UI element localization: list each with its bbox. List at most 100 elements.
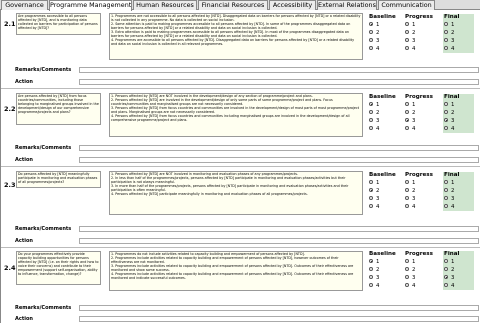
action-field[interactable] <box>79 238 479 244</box>
radio[interactable] <box>405 275 409 279</box>
tab-communication[interactable]: Communication <box>378 0 435 10</box>
radio[interactable] <box>444 126 448 130</box>
radio[interactable] <box>405 110 409 114</box>
tab-governance[interactable]: Governance <box>1 0 48 10</box>
radio[interactable] <box>369 46 373 50</box>
progress-option-3[interactable]: 3 <box>405 195 441 203</box>
radio[interactable] <box>369 180 373 184</box>
radio[interactable] <box>444 46 448 50</box>
radio[interactable] <box>405 188 409 192</box>
progress-option-1[interactable]: 1 <box>405 21 441 29</box>
final-option-1[interactable]: 1 <box>444 101 474 109</box>
radio-selected[interactable] <box>369 102 373 106</box>
baseline-option-4[interactable]: 4 <box>369 45 405 53</box>
radio[interactable] <box>369 204 373 208</box>
remarks-field[interactable] <box>79 305 479 311</box>
final-option-4[interactable]: 4 <box>444 282 474 290</box>
progress-option-3[interactable]: 3 <box>405 117 441 125</box>
action-field[interactable] <box>79 157 479 163</box>
final-option-1[interactable]: 1 <box>444 179 474 187</box>
progress-option-3[interactable]: 3 <box>405 37 441 45</box>
radio-selected[interactable] <box>444 118 448 122</box>
tab-accessibility[interactable]: Accessibility <box>269 0 316 10</box>
progress-option-3[interactable]: 3 <box>405 274 441 282</box>
remarks-field[interactable] <box>79 67 479 73</box>
progress-option-1[interactable]: 1 <box>405 101 441 109</box>
radio[interactable] <box>444 22 448 26</box>
progress-option-4[interactable]: 4 <box>405 45 441 53</box>
baseline-option-3[interactable]: 3 <box>369 274 405 282</box>
radio[interactable] <box>444 30 448 34</box>
baseline-option-1[interactable]: 1 <box>369 21 405 29</box>
baseline-option-2[interactable]: 2 <box>369 187 405 195</box>
radio[interactable] <box>405 196 409 200</box>
progress-option-2[interactable]: 2 <box>405 187 441 195</box>
radio[interactable] <box>405 204 409 208</box>
final-option-4[interactable]: 4 <box>444 45 474 53</box>
tab-financial-resources[interactable]: Financial Resources <box>198 0 268 10</box>
progress-option-1[interactable]: 1 <box>405 179 441 187</box>
final-option-3[interactable]: 3 <box>444 274 474 282</box>
radio[interactable] <box>369 30 373 34</box>
tab-external-relations[interactable]: External Relations <box>317 0 377 10</box>
radio[interactable] <box>444 102 448 106</box>
radio[interactable] <box>444 204 448 208</box>
baseline-option-1[interactable]: 1 <box>369 179 405 187</box>
progress-option-4[interactable]: 4 <box>405 203 441 211</box>
progress-option-2[interactable]: 2 <box>405 266 441 274</box>
radio[interactable] <box>405 46 409 50</box>
radio[interactable] <box>444 188 448 192</box>
tab-human-resources[interactable]: Human Resources <box>133 0 197 10</box>
remarks-field[interactable] <box>79 145 479 151</box>
radio[interactable] <box>444 180 448 184</box>
radio-selected[interactable] <box>444 275 448 279</box>
baseline-option-3[interactable]: 3 <box>369 117 405 125</box>
final-option-4[interactable]: 4 <box>444 203 474 211</box>
radio[interactable] <box>444 267 448 271</box>
radio-selected[interactable] <box>405 118 409 122</box>
radio[interactable] <box>405 267 409 271</box>
baseline-option-4[interactable]: 4 <box>369 125 405 133</box>
baseline-option-4[interactable]: 4 <box>369 282 405 290</box>
radio[interactable] <box>444 110 448 114</box>
radio[interactable] <box>369 196 373 200</box>
radio[interactable] <box>405 30 409 34</box>
final-option-2[interactable]: 2 <box>444 109 474 117</box>
action-field[interactable] <box>79 79 479 85</box>
radio[interactable] <box>405 126 409 130</box>
radio[interactable] <box>369 110 373 114</box>
radio[interactable] <box>405 259 409 263</box>
radio[interactable] <box>405 38 409 42</box>
radio[interactable] <box>369 267 373 271</box>
radio[interactable] <box>444 196 448 200</box>
final-option-4[interactable]: 4 <box>444 125 474 133</box>
radio[interactable] <box>444 38 448 42</box>
baseline-option-3[interactable]: 3 <box>369 37 405 45</box>
radio-selected[interactable] <box>369 188 373 192</box>
radio[interactable] <box>369 283 373 287</box>
radio[interactable] <box>405 22 409 26</box>
progress-option-2[interactable]: 2 <box>405 109 441 117</box>
progress-option-2[interactable]: 2 <box>405 29 441 37</box>
action-field[interactable] <box>79 316 479 322</box>
final-option-2[interactable]: 2 <box>444 266 474 274</box>
progress-option-4[interactable]: 4 <box>405 282 441 290</box>
final-option-2[interactable]: 2 <box>444 187 474 195</box>
radio[interactable] <box>444 259 448 263</box>
final-option-3[interactable]: 3 <box>444 37 474 45</box>
progress-option-1[interactable]: 1 <box>405 258 441 266</box>
radio[interactable] <box>405 102 409 106</box>
progress-option-4[interactable]: 4 <box>405 125 441 133</box>
radio[interactable] <box>405 283 409 287</box>
radio[interactable] <box>405 180 409 184</box>
final-option-3[interactable]: 3 <box>444 117 474 125</box>
radio-selected[interactable] <box>369 259 373 263</box>
final-option-2[interactable]: 2 <box>444 29 474 37</box>
baseline-option-4[interactable]: 4 <box>369 203 405 211</box>
radio[interactable] <box>444 283 448 287</box>
baseline-option-1[interactable]: 1 <box>369 101 405 109</box>
remarks-field[interactable] <box>79 226 479 232</box>
radio[interactable] <box>369 118 373 122</box>
radio-selected[interactable] <box>369 22 373 26</box>
final-option-1[interactable]: 1 <box>444 21 474 29</box>
